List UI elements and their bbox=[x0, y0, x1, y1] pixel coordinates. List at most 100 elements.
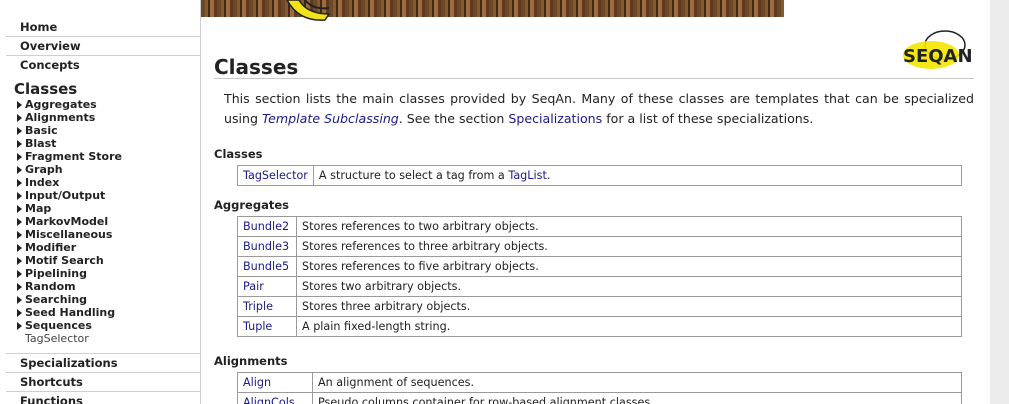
class-link-bundle3[interactable]: Bundle3 bbox=[243, 240, 289, 253]
sidebar-item-overview[interactable]: Overview bbox=[6, 37, 200, 56]
class-desc-cell: A plain fixed-length string. bbox=[296, 316, 962, 337]
alignments-table: Align An alignment of sequences. AlignCo… bbox=[237, 372, 962, 404]
sidebar-subitem-input-output[interactable]: Input/Output bbox=[17, 189, 200, 202]
sidebar-bottom-group: Specializations Shortcuts Functions bbox=[0, 353, 200, 404]
expand-triangle-icon bbox=[17, 296, 22, 304]
sidebar-subitem-miscellaneous[interactable]: Miscellaneous bbox=[17, 228, 200, 241]
sidebar-subitem-searching[interactable]: Searching bbox=[17, 293, 200, 306]
sidebar-subitem-fragment-store[interactable]: Fragment Store bbox=[17, 150, 200, 163]
sidebar-item-shortcuts[interactable]: Shortcuts bbox=[6, 373, 200, 392]
sidebar-subitem-markovmodel[interactable]: MarkovModel bbox=[17, 215, 200, 228]
expand-triangle-icon bbox=[17, 166, 22, 174]
sidebar-subitem-blast[interactable]: Blast bbox=[17, 137, 200, 150]
page-title: Classes bbox=[214, 55, 299, 79]
expand-triangle-icon bbox=[17, 114, 22, 122]
sidebar-subitem-alignments[interactable]: Alignments bbox=[17, 111, 200, 124]
sidebar-leaf-tagselector[interactable]: TagSelector bbox=[17, 332, 200, 345]
sidebar-subitem-index[interactable]: Index bbox=[17, 176, 200, 189]
expand-triangle-icon bbox=[17, 270, 22, 278]
class-name-cell: Bundle5 bbox=[237, 256, 297, 277]
specializations-link[interactable]: Specializations bbox=[508, 111, 602, 126]
class-desc-cell: Stores two arbitrary objects. bbox=[296, 276, 962, 297]
expand-triangle-icon bbox=[17, 179, 22, 187]
table-row: Bundle3 Stores references to three arbit… bbox=[237, 236, 962, 257]
sidebar-item-concepts[interactable]: Concepts bbox=[6, 56, 200, 74]
page-margin-right bbox=[990, 0, 1009, 404]
sidebar-item-functions[interactable]: Functions bbox=[6, 392, 200, 404]
class-name-cell: Align bbox=[237, 372, 313, 393]
sidebar-subitem-random[interactable]: Random bbox=[17, 280, 200, 293]
class-name-cell: Pair bbox=[237, 276, 297, 297]
expand-triangle-icon bbox=[17, 127, 22, 135]
class-desc-cell: Stores three arbitrary objects. bbox=[296, 296, 962, 317]
sidebar-item-home[interactable]: Home bbox=[6, 0, 200, 37]
section-heading-alignments: Alignments bbox=[214, 354, 288, 368]
sidebar-subitem-basic[interactable]: Basic bbox=[17, 124, 200, 137]
class-name-cell: Tuple bbox=[237, 316, 297, 337]
sidebar-subitem-pipelining[interactable]: Pipelining bbox=[17, 267, 200, 280]
class-desc-cell: Stores references to two arbitrary objec… bbox=[296, 216, 962, 237]
sidebar-subitem-seed-handling[interactable]: Seed Handling bbox=[17, 306, 200, 319]
sidebar-subitem-modifier[interactable]: Modifier bbox=[17, 241, 200, 254]
class-link-triple[interactable]: Triple bbox=[243, 300, 273, 313]
template-subclassing-link[interactable]: Template Subclassing bbox=[262, 111, 399, 126]
sidebar-subitem-map[interactable]: Map bbox=[17, 202, 200, 215]
expand-triangle-icon bbox=[17, 283, 22, 291]
section-heading-aggregates: Aggregates bbox=[214, 198, 289, 212]
classes-table: TagSelector A structure to select a tag … bbox=[237, 165, 963, 186]
expand-triangle-icon bbox=[17, 322, 22, 330]
expand-triangle-icon bbox=[17, 244, 22, 252]
table-row: Pair Stores two arbitrary objects. bbox=[237, 276, 962, 297]
sidebar-subitem-sequences[interactable]: Sequences bbox=[17, 319, 200, 332]
class-link-bundle5[interactable]: Bundle5 bbox=[243, 260, 289, 273]
class-desc-cell: Pseudo columns container for row-based a… bbox=[312, 392, 962, 404]
taglist-link[interactable]: TagList bbox=[508, 169, 547, 182]
class-link-tagselector[interactable]: TagSelector bbox=[243, 169, 308, 182]
table-row: Bundle5 Stores references to five arbitr… bbox=[237, 256, 962, 277]
main-content: SEQAN Classes This section lists the mai… bbox=[201, 0, 990, 404]
expand-triangle-icon bbox=[17, 309, 22, 317]
logo-text: SEQAN bbox=[903, 46, 973, 67]
seqan-logo: SEQAN bbox=[903, 30, 973, 69]
class-link-aligncols[interactable]: AlignCols bbox=[243, 396, 295, 404]
expand-triangle-icon bbox=[17, 231, 22, 239]
expand-triangle-icon bbox=[17, 101, 22, 109]
sidebar-item-specializations[interactable]: Specializations bbox=[6, 353, 200, 373]
sidebar-subitem-motif-search[interactable]: Motif Search bbox=[17, 254, 200, 267]
expand-triangle-icon bbox=[17, 140, 22, 148]
class-name-cell: Bundle2 bbox=[237, 216, 297, 237]
class-name-cell: TagSelector bbox=[237, 165, 314, 186]
sidebar-item-classes[interactable]: Classes bbox=[0, 74, 200, 98]
aggregates-table: Bundle2 Stores references to two arbitra… bbox=[237, 216, 962, 337]
table-row: TagSelector A structure to select a tag … bbox=[237, 165, 963, 186]
class-link-bundle2[interactable]: Bundle2 bbox=[243, 220, 289, 233]
table-row: Tuple A plain fixed-length string. bbox=[237, 316, 962, 337]
class-desc-cell: A structure to select a tag from a TagLi… bbox=[312, 165, 963, 186]
expand-triangle-icon bbox=[17, 257, 22, 265]
class-desc-cell: An alignment of sequences. bbox=[312, 372, 962, 393]
table-row: Bundle2 Stores references to two arbitra… bbox=[237, 216, 962, 237]
expand-triangle-icon bbox=[17, 153, 22, 161]
table-row: AlignCols Pseudo columns container for r… bbox=[237, 392, 962, 404]
intro-paragraph: This section lists the main classes prov… bbox=[224, 91, 974, 126]
section-heading-classes: Classes bbox=[214, 147, 263, 161]
sidebar-nav: Home Overview Concepts Classes Aggregate… bbox=[0, 0, 201, 404]
expand-triangle-icon bbox=[17, 192, 22, 200]
class-name-cell: Triple bbox=[237, 296, 297, 317]
class-group-list: Aggregates Alignments Basic Blast Fragme… bbox=[0, 98, 200, 345]
class-desc-cell: Stores references to five arbitrary obje… bbox=[296, 256, 962, 277]
class-link-tuple[interactable]: Tuple bbox=[243, 320, 272, 333]
class-name-cell: Bundle3 bbox=[237, 236, 297, 257]
expand-triangle-icon bbox=[17, 218, 22, 226]
sidebar-subitem-aggregates[interactable]: Aggregates bbox=[17, 98, 200, 111]
table-row: Align An alignment of sequences. bbox=[237, 372, 962, 393]
banner-book-graphic bbox=[286, 0, 331, 21]
sidebar-subitem-graph[interactable]: Graph bbox=[17, 163, 200, 176]
class-desc-cell: Stores references to three arbitrary obj… bbox=[296, 236, 962, 257]
class-link-align[interactable]: Align bbox=[243, 376, 271, 389]
expand-triangle-icon bbox=[17, 205, 22, 213]
class-name-cell: AlignCols bbox=[237, 392, 313, 404]
table-row: Triple Stores three arbitrary objects. bbox=[237, 296, 962, 317]
class-link-pair[interactable]: Pair bbox=[243, 280, 264, 293]
title-divider bbox=[214, 78, 974, 79]
